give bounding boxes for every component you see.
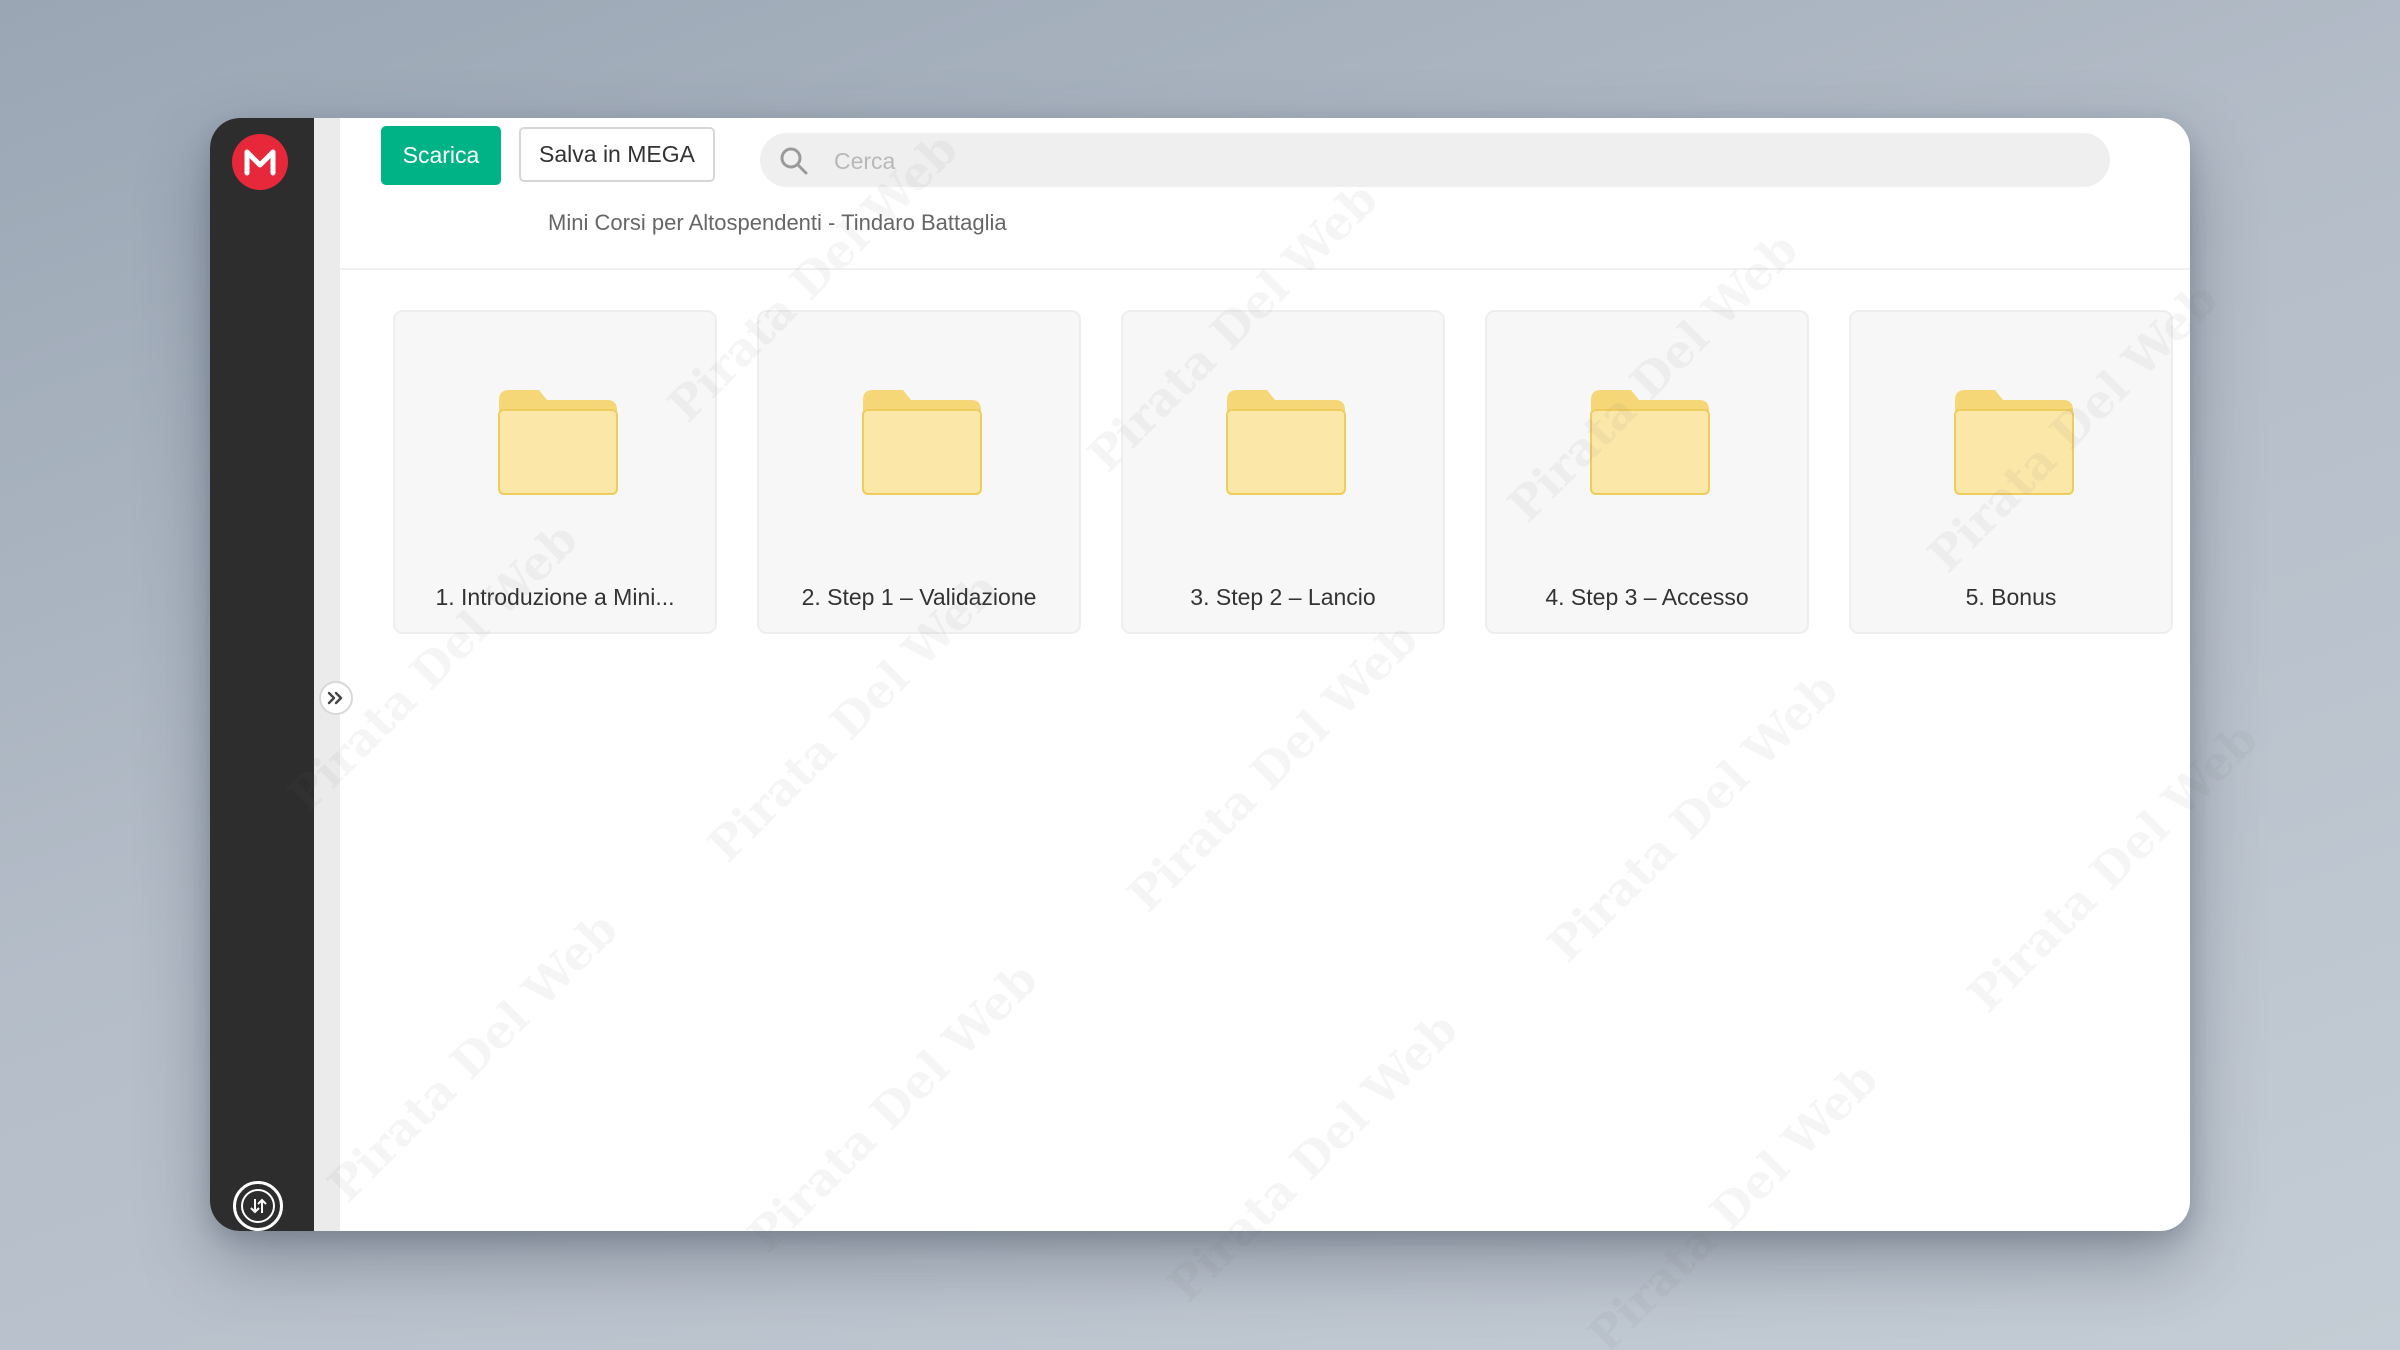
folder-card[interactable]: 2. Step 1 – Validazione: [757, 310, 1081, 634]
double-chevron-right-icon: [327, 691, 343, 705]
save-to-mega-button[interactable]: Salva in MEGA: [519, 127, 715, 182]
folder-icon: [1226, 390, 1346, 495]
search-input[interactable]: [832, 133, 2086, 189]
folder-label: 2. Step 1 – Validazione: [801, 584, 1037, 610]
app-window: Scarica Salva in MEGA Mini Corsi per Alt…: [210, 118, 2190, 1231]
sidebar-collapse-strip: [314, 118, 340, 1231]
folder-label: 4. Step 3 – Accesso: [1545, 584, 1749, 610]
folder-label: 1. Introduzione a Mini...: [435, 584, 675, 610]
folder-icon: [1590, 390, 1710, 495]
folder-label: 5. Bonus: [1965, 584, 2057, 610]
folder-icon: [862, 390, 982, 495]
folder-card[interactable]: 5. Bonus: [1849, 310, 2173, 634]
folder-card[interactable]: 1. Introduzione a Mini...: [393, 310, 717, 634]
sidebar: [210, 118, 314, 1231]
download-button[interactable]: Scarica: [381, 126, 501, 185]
folder-card[interactable]: 3. Step 2 – Lancio: [1121, 310, 1445, 634]
breadcrumb: Mini Corsi per Altospendenti - Tindaro B…: [548, 210, 1007, 235]
expand-sidebar-button[interactable]: [319, 681, 353, 715]
folder-label: 3. Step 2 – Lancio: [1190, 584, 1376, 610]
folder-card[interactable]: 4. Step 3 – Accesso: [1485, 310, 1809, 634]
header-divider: [340, 268, 2190, 270]
folder-icon: [1954, 390, 2074, 495]
search-icon: [780, 147, 808, 175]
transfer-icon[interactable]: [233, 1181, 283, 1231]
mega-logo-icon[interactable]: [232, 134, 288, 190]
folder-grid: 1. Introduzione a Mini... 2. Step 1 – Va…: [393, 310, 2173, 634]
search-bar[interactable]: [760, 133, 2110, 189]
folder-icon: [498, 390, 618, 495]
